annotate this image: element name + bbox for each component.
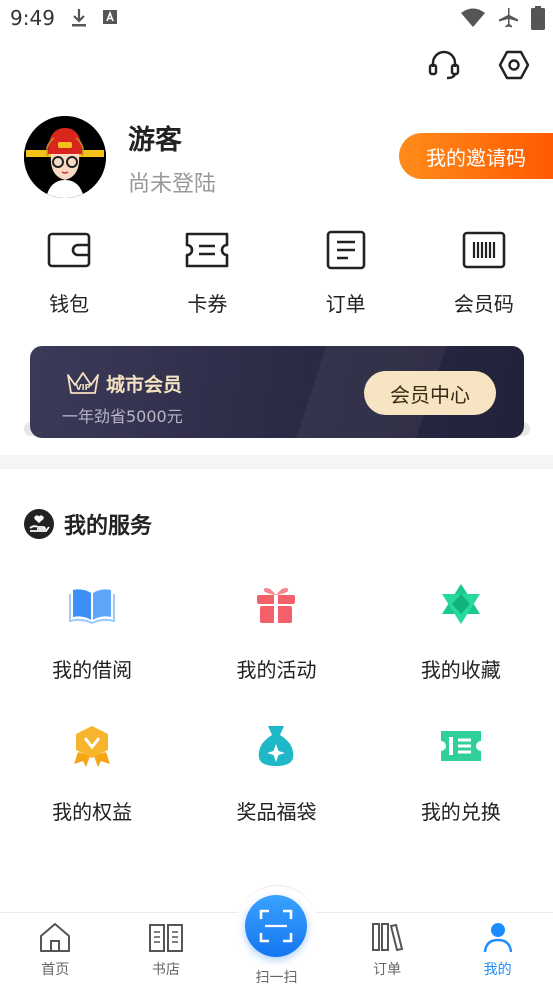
- crown-icon: VIP: [67, 371, 99, 394]
- battery-icon: [531, 6, 545, 30]
- tab-orders[interactable]: 订单: [332, 913, 443, 984]
- quick-item-label: 卡券: [187, 292, 228, 316]
- orders-icon: [372, 923, 404, 952]
- service-item-label: 我的借阅: [52, 658, 133, 682]
- service-item-redeem[interactable]: 我的兑换: [369, 720, 553, 862]
- book-icon: [66, 578, 118, 630]
- service-item-label: 我的活动: [236, 658, 317, 682]
- profile-icon: [483, 923, 512, 953]
- service-item-label: 我的权益: [52, 800, 133, 824]
- app-store-icon: [103, 10, 117, 24]
- tab-scan[interactable]: 扫一扫: [221, 895, 332, 984]
- svg-text:VIP: VIP: [75, 383, 90, 392]
- quick-actions: 钱包 卡券 订单 会员码: [0, 228, 553, 320]
- section-divider: [0, 455, 553, 469]
- service-item-benefits[interactable]: 我的权益: [0, 720, 184, 862]
- quick-item-label: 订单: [325, 292, 366, 316]
- customer-service-icon[interactable]: [427, 48, 461, 82]
- tab-profile[interactable]: 我的: [442, 913, 553, 984]
- vip-title: 城市会员: [106, 374, 183, 396]
- profile-section: 游客 尚未登陆 我的邀请码: [24, 116, 553, 200]
- invite-code-button[interactable]: 我的邀请码: [399, 133, 553, 179]
- member-center-button[interactable]: 会员中心: [364, 371, 496, 415]
- quick-item-order[interactable]: 订单: [277, 228, 415, 320]
- status-time: 9:49: [10, 6, 55, 30]
- vip-badge: VIP 城市会员: [66, 370, 182, 397]
- tab-label: 首页: [41, 962, 70, 978]
- vip-card-wrapper: VIP 城市会员 一年劲省5000元 会员中心: [24, 346, 530, 440]
- quick-item-wallet[interactable]: 钱包: [0, 228, 138, 320]
- tab-label: 扫一扫: [255, 970, 298, 984]
- download-icon: [72, 9, 86, 27]
- vip-card[interactable]: VIP 城市会员 一年劲省5000元 会员中心: [30, 346, 524, 438]
- scan-button[interactable]: [245, 895, 308, 957]
- service-item-label: 奖品福袋: [236, 800, 317, 824]
- user-name: 游客: [128, 125, 182, 156]
- star-icon: [435, 578, 487, 630]
- services-grid: 我的借阅 我的活动 我的收藏 我的权益 奖品福袋 我的兑换: [0, 578, 553, 862]
- settings-icon[interactable]: [497, 48, 531, 82]
- tab-home[interactable]: 首页: [0, 913, 111, 984]
- quick-item-label: 钱包: [49, 292, 90, 316]
- barcode-icon: [461, 228, 507, 272]
- services-title: 我的服务: [64, 514, 153, 539]
- bottom-tab-bar: 首页 书店 扫一扫 订单 我的: [0, 885, 553, 984]
- airplane-icon: [499, 8, 518, 28]
- service-item-label: 我的收藏: [420, 658, 501, 682]
- quick-item-label: 会员码: [453, 292, 514, 316]
- scan-icon: [259, 909, 293, 943]
- service-hand-heart-icon: [24, 509, 54, 539]
- wallet-icon: [46, 228, 92, 272]
- gift-icon: [250, 578, 302, 630]
- tab-bookstore[interactable]: 书店: [111, 913, 222, 984]
- wifi-icon: [461, 8, 485, 27]
- service-item-activity[interactable]: 我的活动: [184, 578, 368, 720]
- ticket-icon: [435, 720, 487, 772]
- tab-label: 我的: [483, 962, 512, 978]
- quick-item-coupon[interactable]: 卡券: [138, 228, 276, 320]
- vip-subtitle: 一年劲省5000元: [62, 407, 183, 426]
- status-bar: 9:49: [0, 0, 553, 38]
- service-item-borrow[interactable]: 我的借阅: [0, 578, 184, 720]
- service-item-favorites[interactable]: 我的收藏: [369, 578, 553, 720]
- quick-item-member-code[interactable]: 会员码: [415, 228, 553, 320]
- medal-icon: [66, 720, 118, 772]
- bookstore-icon: [148, 924, 183, 952]
- lucky-bag-icon: [250, 720, 302, 772]
- tab-label: 书店: [151, 962, 180, 978]
- services-header: 我的服务: [24, 508, 152, 540]
- order-icon: [323, 228, 369, 272]
- login-status[interactable]: 尚未登陆: [128, 166, 216, 198]
- home-icon: [40, 923, 71, 952]
- avatar[interactable]: [24, 116, 106, 198]
- top-actions: [427, 48, 531, 82]
- coupon-icon: [184, 228, 230, 272]
- service-item-label: 我的兑换: [420, 800, 501, 824]
- service-item-lucky-bag[interactable]: 奖品福袋: [184, 720, 368, 862]
- tab-label: 订单: [373, 962, 402, 978]
